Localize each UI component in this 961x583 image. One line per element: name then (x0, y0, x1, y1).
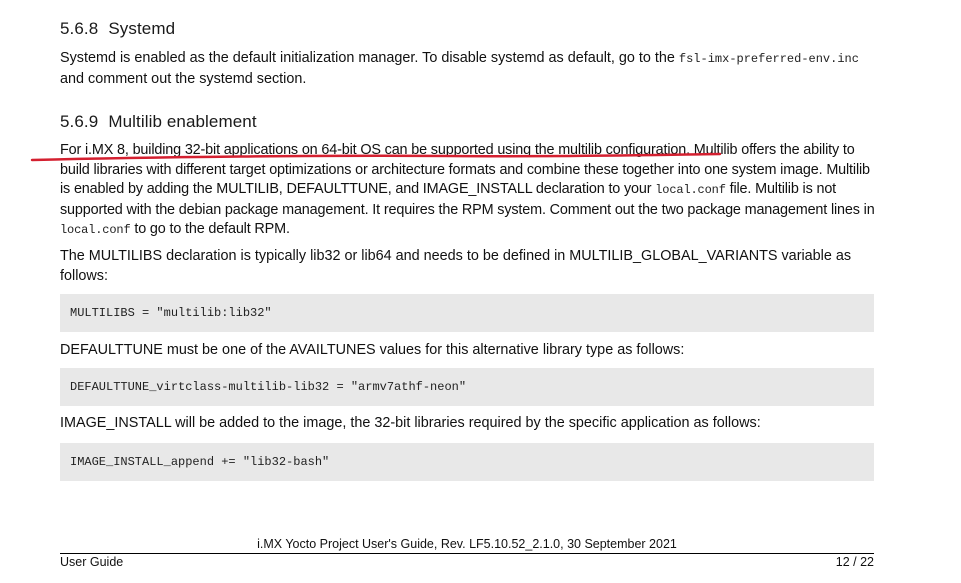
text-run: Systemd is enabled as the default initia… (60, 50, 679, 66)
inline-code-local-conf: local.conf (60, 223, 131, 237)
footer-doc-type: User Guide (60, 555, 124, 569)
footer-divider (60, 553, 874, 554)
section-heading-systemd: 5.6.8 Systemd (60, 19, 175, 39)
code-block-multilibs: MULTILIBS = "multilib:lib32" (60, 294, 874, 332)
document-page: 5.6.8 Systemd Systemd is enabled as the d… (0, 0, 961, 583)
inline-code-local-conf: local.conf (655, 183, 726, 197)
inline-code-filename: fsl-imx-preferred-env.inc (678, 52, 859, 66)
section-title: Systemd (108, 19, 176, 38)
section-number: 5.6.8 (60, 19, 99, 38)
paragraph-systemd: Systemd is enabled as the default initia… (60, 49, 876, 89)
paragraph-multilibs-declaration: The MULTILIBS declaration is typically l… (60, 248, 852, 284)
footer-page-number: 12 / 22 (835, 555, 874, 569)
text-run: to go to the default RPM. (130, 221, 290, 237)
paragraph-multilib-intro: For i.MX 8, building 32-bit applications… (60, 141, 876, 241)
paragraph-defaulttune: DEFAULTTUNE must be one of the AVAILTUNE… (60, 342, 685, 358)
paragraph-image-install: IMAGE_INSTALL will be added to the image… (60, 415, 761, 431)
section-number: 5.6.9 (60, 112, 99, 131)
section-title: Multilib enablement (108, 112, 257, 131)
code-block-defaulttune: DEFAULTTUNE_virtclass-multilib-lib32 = "… (60, 368, 874, 406)
text-run: and comment out the systemd section. (60, 70, 307, 87)
footer-document-title: i.MX Yocto Project User's Guide, Rev. LF… (257, 537, 677, 551)
section-heading-multilib: 5.6.9 Multilib enablement (60, 112, 257, 132)
code-block-image-install: IMAGE_INSTALL_append += "lib32-bash" (60, 443, 874, 481)
